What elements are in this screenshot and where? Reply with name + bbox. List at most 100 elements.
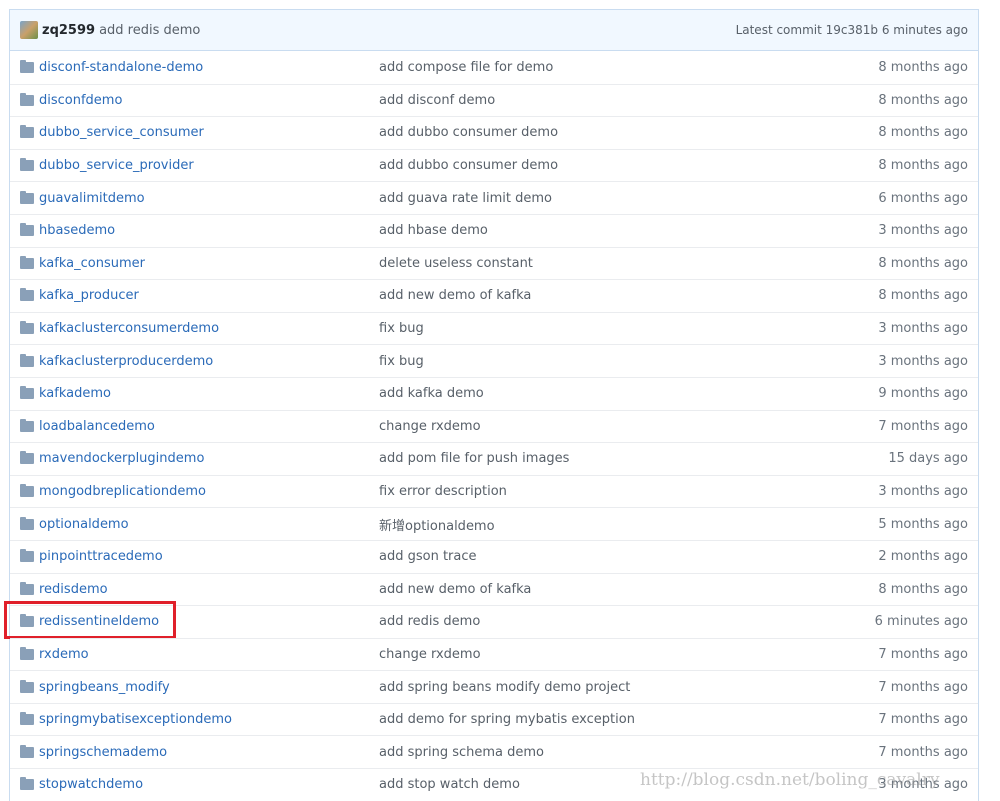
commit-age: 6 months ago [878,190,968,206]
folder-icon [20,386,34,400]
file-row: dubbo_service_consumer add dubbo consume… [10,116,978,149]
folder-icon [20,484,34,498]
commit-age: 9 months ago [878,386,968,402]
folder-link[interactable]: guavalimitdemo [39,191,379,206]
commit-age: 8 months ago [878,581,968,597]
commit-age: 8 months ago [878,59,968,75]
folder-icon [20,679,34,693]
folder-link[interactable]: springschemademo [39,745,379,760]
commit-message-link[interactable]: fix bug [379,321,878,336]
commit-age: 3 months ago [878,353,968,369]
commit-message-link[interactable]: fix bug [379,354,878,369]
folder-link[interactable]: kafkademo [39,386,379,401]
commit-message[interactable]: add redis demo [99,23,200,38]
commit-message-link[interactable]: add pom file for push images [379,451,888,466]
file-row: disconfdemo add disconf demo 8 months ag… [10,83,978,117]
folder-icon [20,288,34,302]
folder-link[interactable]: springbeans_modify [39,680,379,695]
file-row: springschemademo add spring schema demo … [10,735,978,768]
folder-link[interactable]: kafka_producer [39,288,379,303]
file-row: springbeans_modify add spring beans modi… [10,670,978,703]
commit-age: 6 minutes ago [874,614,968,630]
folder-icon [20,190,34,204]
folder-link[interactable]: redisdemo [39,582,379,597]
commit-message-link[interactable]: change rxdemo [379,419,878,434]
commit-age: 7 months ago [878,418,968,434]
file-row: springmybatisexceptiondemo add demo for … [10,702,978,736]
folder-link[interactable]: pinpointtracedemo [39,549,379,564]
file-row: redissentineldemo add redis demo 6 minut… [4,601,978,640]
commit-age: 3 months ago [878,777,968,793]
commit-age: 8 months ago [878,125,968,141]
folder-icon [20,92,34,106]
file-row: rxdemo change rxdemo 7 months ago [10,637,978,671]
folder-link[interactable]: kafkaclusterproducerdemo [39,354,379,369]
commit-message-link[interactable]: 新增optionaldemo [379,515,878,534]
folder-icon [20,549,34,563]
folder-link[interactable]: dubbo_service_consumer [39,125,379,140]
commit-header: zq2599 add redis demo Latest commit 19c3… [10,10,978,51]
file-row: mavendockerplugindemo add pom file for p… [10,442,978,475]
commit-age: 7 months ago [878,679,968,695]
folder-link[interactable]: disconf-standalone-demo [39,60,379,75]
file-row: kafka_consumer delete useless constant 8… [10,246,978,280]
commit-message-link[interactable]: add disconf demo [379,93,878,108]
folder-icon [20,353,34,367]
folder-link[interactable]: stopwatchdemo [39,777,379,792]
commit-age: 7 months ago [878,646,968,662]
folder-link[interactable]: loadbalancedemo [39,419,379,434]
commit-message-link[interactable]: add stop watch demo [379,777,878,792]
folder-link[interactable]: rxdemo [39,647,379,662]
commit-age: 8 months ago [878,255,968,271]
highlight-box [4,601,176,640]
folder-link[interactable]: mavendockerplugindemo [39,451,379,466]
folder-icon [20,451,34,465]
commit-message-link[interactable]: add compose file for demo [379,60,878,75]
folder-icon [20,255,34,269]
commit-message-link[interactable]: add gson trace [379,549,878,564]
folder-link[interactable]: mongodbreplicationdemo [39,484,379,499]
folder-link[interactable]: disconfdemo [39,93,379,108]
commit-message-link[interactable]: change rxdemo [379,647,878,662]
file-row: loadbalancedemo change rxdemo 7 months a… [10,409,978,443]
commit-age: 8 months ago [878,92,968,108]
folder-icon [20,581,34,595]
file-row: guavalimitdemo add guava rate limit demo… [10,181,978,214]
commit-message-link[interactable]: add dubbo consumer demo [379,125,878,140]
file-row: optionaldemo 新增optionaldemo 5 months ago [10,507,978,540]
commit-age: 3 months ago [878,484,968,500]
folder-icon [20,712,34,726]
folder-link[interactable]: springmybatisexceptiondemo [39,712,379,727]
commit-message-link[interactable]: add spring schema demo [379,745,878,760]
commit-message-link[interactable]: fix error description [379,484,878,499]
commit-message-link[interactable]: add hbase demo [379,223,878,238]
commit-message-link[interactable]: add guava rate limit demo [379,191,878,206]
file-row: kafkaclusterproducerdemo fix bug 3 month… [10,344,978,377]
folder-link[interactable]: kafka_consumer [39,256,379,271]
folder-link[interactable]: optionaldemo [39,517,379,532]
commit-age: 8 months ago [878,288,968,304]
commit-message-link[interactable]: add new demo of kafka [379,582,878,597]
avatar[interactable] [20,21,38,39]
commit-message-link[interactable]: delete useless constant [379,256,878,271]
folder-link[interactable]: hbasedemo [39,223,379,238]
file-list: zq2599 add redis demo Latest commit 19c3… [4,9,979,801]
folder-icon [20,646,34,660]
latest-commit[interactable]: Latest commit 19c381b 6 minutes ago [736,23,968,37]
commit-message-link[interactable]: add new demo of kafka [379,288,878,303]
commit-age: 2 months ago [878,549,968,565]
commit-author[interactable]: zq2599 [42,23,95,38]
folder-icon [20,418,34,432]
commit-message-link[interactable]: add spring beans modify demo project [379,680,878,695]
file-row: stopwatchdemo add stop watch demo 3 mont… [10,768,978,801]
folder-link[interactable]: dubbo_service_provider [39,158,379,173]
folder-link[interactable]: kafkaclusterconsumerdemo [39,321,379,336]
commit-message-link[interactable]: add dubbo consumer demo [379,158,878,173]
commit-age: 8 months ago [878,158,968,174]
commit-message-link[interactable]: add redis demo [379,614,875,629]
commit-message-link[interactable]: add demo for spring mybatis exception [379,712,878,727]
file-row: mongodbreplicationdemo fix error descrip… [10,474,978,508]
commit-message-link[interactable]: add kafka demo [379,386,878,401]
file-row: pinpointtracedemo add gson trace 2 month… [10,539,978,573]
commit-age: 15 days ago [888,451,968,467]
